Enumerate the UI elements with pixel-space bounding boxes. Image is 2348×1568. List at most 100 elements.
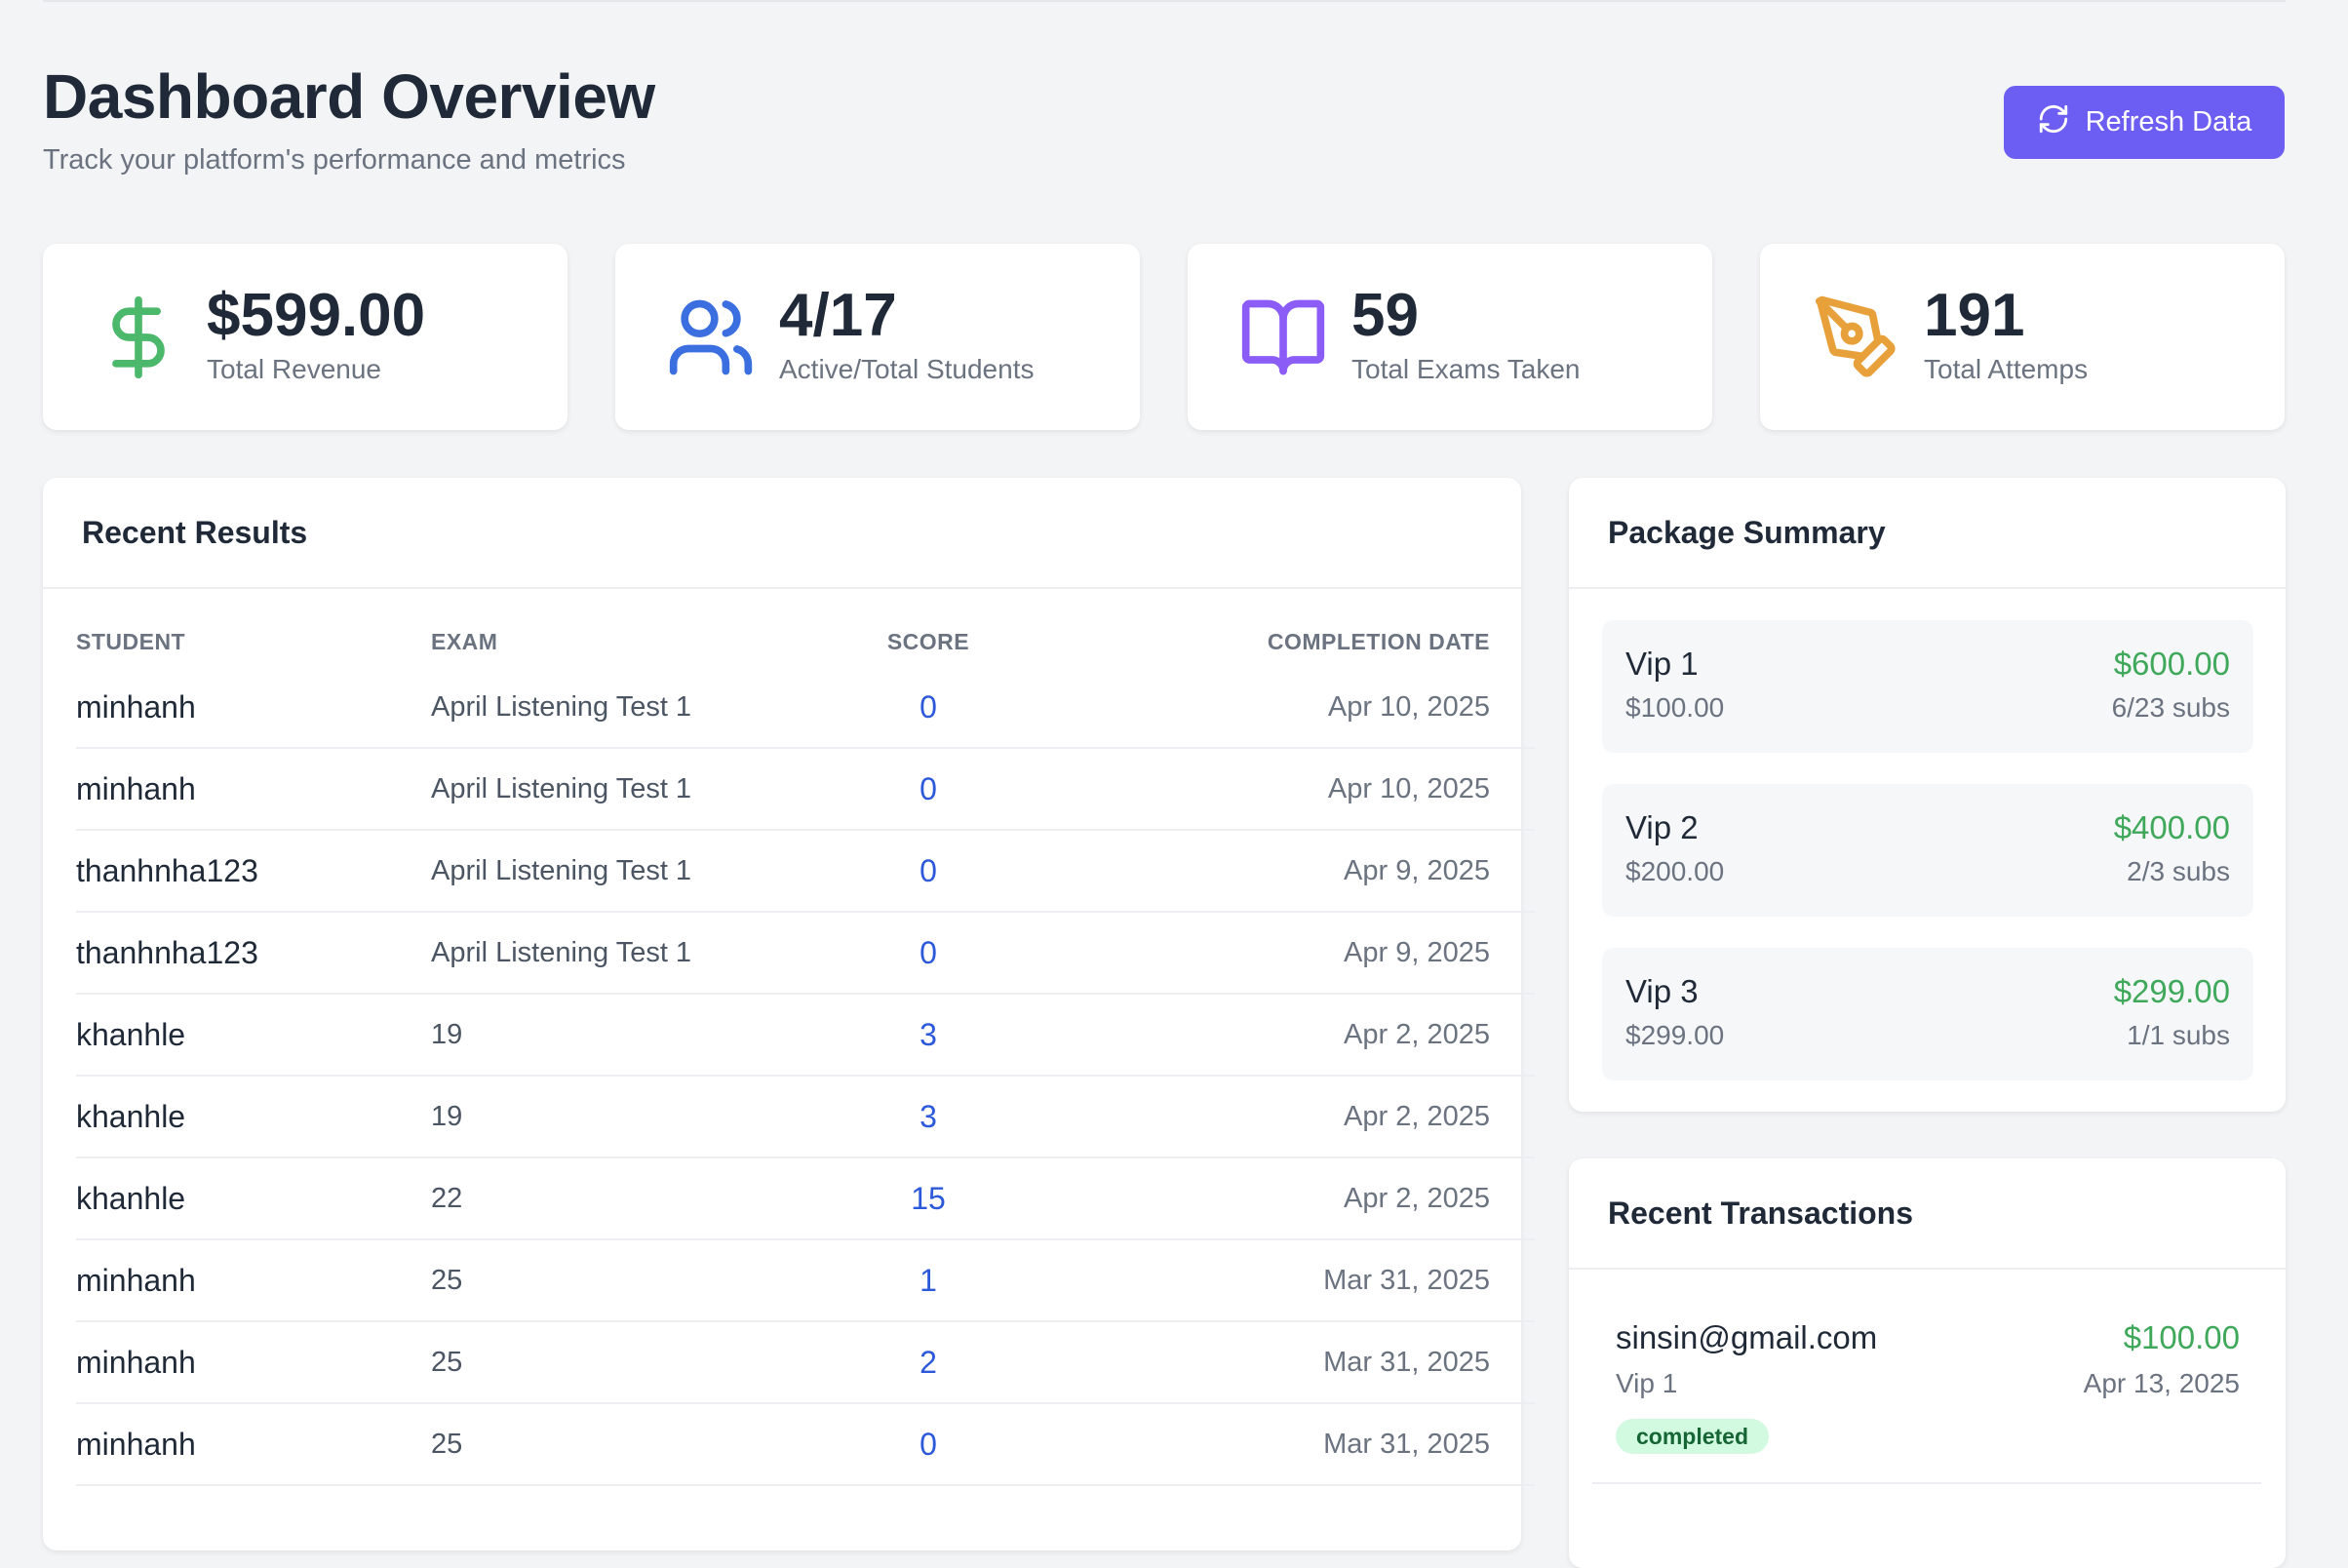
recent-results-panel: Recent Results STUDENT EXAM SCORE COMPLE… [43,478,1535,1550]
package-total: $400.00 [2113,809,2230,845]
recent-transactions-panel: Recent Transactions sinsin@gmail.com Vip… [1569,1158,2286,1568]
table-row[interactable]: khanhle 19 3 Apr 2, 2025 [76,1077,1535,1158]
date-cell: Apr 10, 2025 [1327,690,1490,723]
score-cell: 0 [920,770,937,806]
package-price: $200.00 [1625,856,1725,886]
stat-label: Active/Total Students [779,354,1035,384]
book-open-icon [1238,293,1328,382]
table-row[interactable]: minhanh 25 1 Mar 31, 2025 [76,1240,1535,1322]
dollar-icon [94,293,183,382]
transaction-item[interactable]: sinsin@gmail.com Vip 1 $100.00 Apr 13, 2… [1616,1319,2240,1495]
date-cell: Mar 31, 2025 [1323,1346,1490,1378]
results-table: STUDENT EXAM SCORE COMPLETION DATE minha… [76,616,1535,1486]
score-cell: 15 [911,1180,946,1216]
package-name: Vip 2 [1625,809,1699,845]
table-row[interactable]: minhanh 25 2 Mar 31, 2025 [76,1322,1535,1404]
package-subs: 1/1 subs [2127,1020,2230,1050]
table-row[interactable]: minhanh 25 0 Mar 31, 2025 [76,1404,1535,1486]
package-price: $100.00 [1625,692,1725,723]
package-summary-panel: Package Summary Vip 1 $100.00 $600.00 6/… [1569,478,2286,1112]
stat-card-students: 4/17 Active/Total Students [615,244,1140,430]
table-row[interactable]: minhanh April Listening Test 1 0 Apr 10,… [76,749,1535,831]
column-header-exam: EXAM [431,628,498,654]
transaction-email: sinsin@gmail.com [1616,1319,1878,1355]
recent-results-title: Recent Results [43,478,1521,589]
refresh-icon [2037,102,2070,143]
student-cell: minhanh [76,1344,196,1380]
package-total: $600.00 [2113,646,2230,682]
package-item-vip-2[interactable]: Vip 2 $200.00 $400.00 2/3 subs [1602,784,2253,917]
date-cell: Apr 10, 2025 [1327,772,1490,804]
stat-value: 191 [1924,282,2025,349]
transaction-amount: $100.00 [2123,1319,2240,1355]
student-cell: thanhnha123 [76,934,258,970]
package-subs: 6/23 subs [2111,692,2230,723]
recent-transactions-title: Recent Transactions [1569,1158,2286,1270]
results-table-header: STUDENT EXAM SCORE COMPLETION DATE [76,616,1535,667]
score-cell: 3 [920,1016,937,1052]
page-title: Dashboard Overview [43,61,655,132]
student-cell: minhanh [76,1426,196,1462]
exam-cell: April Listening Test 1 [431,690,692,723]
date-cell: Mar 31, 2025 [1323,1264,1490,1296]
student-cell: khanhle [76,1016,186,1052]
stat-card-attempts: 191 Total Attemps [1760,244,2285,430]
package-item-vip-3[interactable]: Vip 3 $299.00 $299.00 1/1 subs [1602,948,2253,1080]
student-cell: khanhle [76,1180,186,1216]
exam-cell: 22 [431,1182,463,1214]
score-cell: 0 [920,934,937,970]
stat-value: $599.00 [207,282,426,349]
stat-label: Total Revenue [207,354,382,384]
student-cell: thanhnha123 [76,852,258,888]
package-total: $299.00 [2113,973,2230,1009]
table-row[interactable]: khanhle 22 15 Apr 2, 2025 [76,1158,1535,1240]
date-cell: Apr 9, 2025 [1344,936,1490,968]
package-price: $299.00 [1625,1020,1725,1050]
package-name: Vip 1 [1625,646,1699,682]
date-cell: Apr 2, 2025 [1344,1100,1490,1132]
refresh-data-button[interactable]: Refresh Data [2004,86,2285,159]
score-cell: 0 [920,852,937,888]
package-item-vip-1[interactable]: Vip 1 $100.00 $600.00 6/23 subs [1602,620,2253,753]
date-cell: Mar 31, 2025 [1323,1428,1490,1460]
column-header-score: SCORE [886,628,970,654]
exam-cell: 25 [431,1264,463,1296]
student-cell: minhanh [76,688,196,725]
score-cell: 0 [920,688,937,725]
column-header-completion-date: COMPLETION DATE [1267,628,1490,654]
score-cell: 0 [920,1426,937,1462]
pen-tool-icon [1811,293,1900,382]
transaction-package: Vip 1 [1616,1368,1678,1398]
stat-value: 4/17 [779,282,897,349]
table-row[interactable]: thanhnha123 April Listening Test 1 0 Apr… [76,913,1535,995]
exam-cell: 25 [431,1346,463,1378]
exam-cell: April Listening Test 1 [431,936,692,968]
page-subtitle: Track your platform's performance and me… [43,144,626,176]
table-row[interactable]: minhanh April Listening Test 1 0 Apr 10,… [76,667,1535,749]
date-cell: Apr 2, 2025 [1344,1182,1490,1214]
package-name: Vip 3 [1625,973,1699,1009]
package-subs: 2/3 subs [2127,856,2230,886]
top-divider [43,0,2286,2]
table-row[interactable]: thanhnha123 April Listening Test 1 0 Apr… [76,831,1535,913]
student-cell: minhanh [76,770,196,806]
student-cell: minhanh [76,1262,196,1298]
score-cell: 1 [920,1262,937,1298]
date-cell: Apr 2, 2025 [1344,1018,1490,1050]
date-cell: Apr 9, 2025 [1344,854,1490,886]
exam-cell: 19 [431,1100,463,1132]
transaction-date: Apr 13, 2025 [2083,1368,2240,1398]
exam-cell: 19 [431,1018,463,1050]
refresh-data-label: Refresh Data [2085,106,2252,137]
exam-cell: 25 [431,1428,463,1460]
users-icon [666,293,756,382]
score-cell: 3 [920,1098,937,1134]
student-cell: khanhle [76,1098,186,1134]
exam-cell: April Listening Test 1 [431,772,692,804]
status-badge: completed [1616,1419,1770,1454]
exam-cell: April Listening Test 1 [431,854,692,886]
column-header-student: STUDENT [76,628,186,654]
package-summary-title: Package Summary [1569,478,2286,589]
table-row[interactable]: khanhle 19 3 Apr 2, 2025 [76,995,1535,1077]
stat-label: Total Attemps [1924,354,2089,384]
